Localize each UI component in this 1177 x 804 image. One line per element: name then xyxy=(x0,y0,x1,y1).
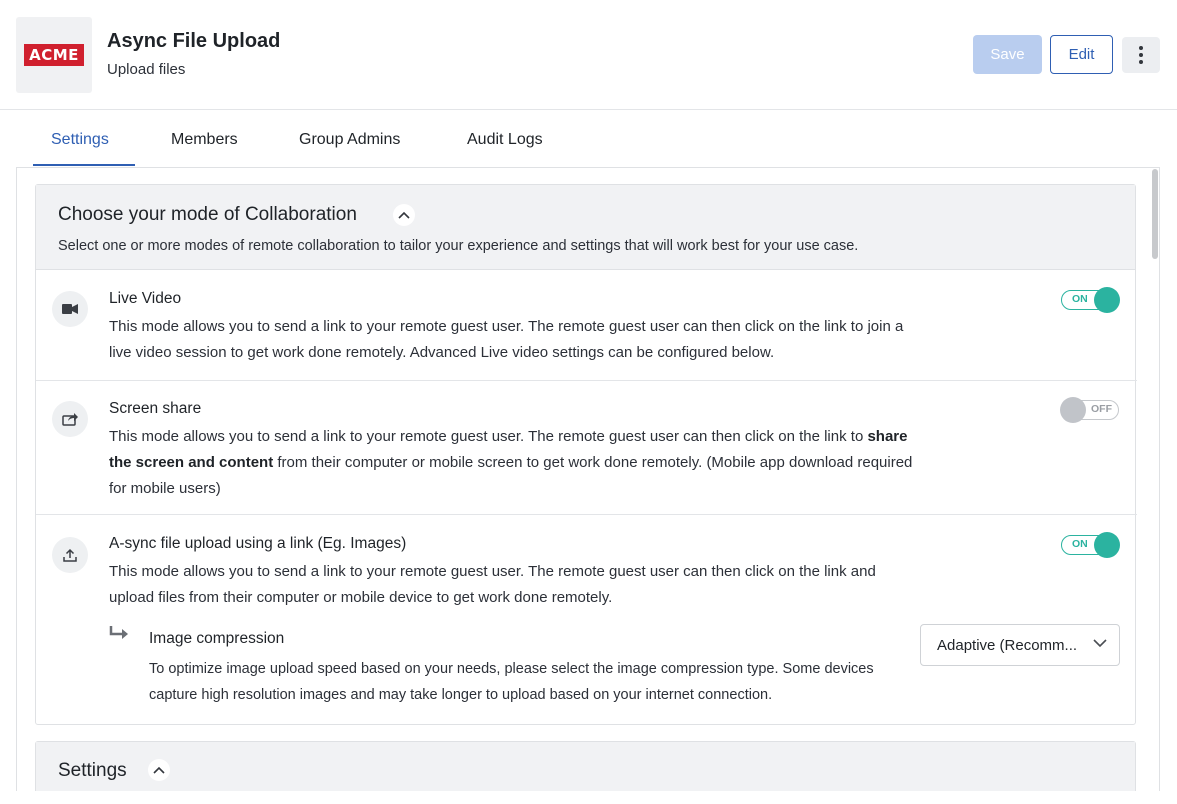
settings-section-title: Settings xyxy=(58,760,127,781)
acme-logo: ACME xyxy=(24,44,84,66)
collaboration-section-header: Choose your mode of Collaboration Select… xyxy=(36,185,1135,270)
image-compression-value: Adaptive (Recomm... xyxy=(937,637,1078,654)
screen-share-toggle[interactable]: OFF xyxy=(1060,395,1120,425)
live-video-title: Live Video xyxy=(109,290,182,307)
settings-section-header: Settings xyxy=(36,742,1135,791)
vertical-scrollbar[interactable] xyxy=(1152,167,1158,789)
more-options-button[interactable] xyxy=(1122,37,1160,73)
image-compression-description: To optimize image upload speed based on … xyxy=(149,661,874,703)
active-tab-indicator xyxy=(33,164,135,166)
live-video-toggle[interactable]: ON xyxy=(1060,285,1120,315)
screen-share-description: This mode allows you to send a link to y… xyxy=(109,428,913,497)
chevron-up-icon xyxy=(153,766,165,774)
live-video-description: This mode allows you to send a link to y… xyxy=(109,318,904,361)
async-upload-title: A-sync file upload using a link (Eg. Ima… xyxy=(109,535,407,552)
divider xyxy=(36,514,1137,515)
scrollbar-thumb[interactable] xyxy=(1152,169,1158,259)
tab-settings[interactable]: Settings xyxy=(51,131,109,149)
sub-setting-arrow-icon xyxy=(109,626,128,639)
screen-share-title: Screen share xyxy=(109,400,202,417)
image-compression-select[interactable]: Adaptive (Recomm... xyxy=(920,624,1120,666)
video-camera-icon xyxy=(52,291,88,327)
tab-audit-logs[interactable]: Audit Logs xyxy=(467,131,543,149)
settings-section: Settings xyxy=(35,741,1136,791)
collaboration-title: Choose your mode of Collaboration xyxy=(58,204,357,225)
tab-bar: Settings Members Group Admins Audit Logs xyxy=(0,110,1177,167)
kebab-menu-icon xyxy=(1139,46,1143,50)
edit-button[interactable]: Edit xyxy=(1050,35,1113,74)
settings-content: Choose your mode of Collaboration Select… xyxy=(16,167,1160,791)
chevron-up-icon xyxy=(398,211,410,219)
save-button[interactable]: Save xyxy=(973,35,1042,74)
page-header: ACME Async File Upload Upload files Save… xyxy=(0,0,1177,110)
tab-members[interactable]: Members xyxy=(171,131,238,149)
logo-container: ACME xyxy=(16,17,92,93)
collapse-collaboration-button[interactable] xyxy=(393,204,415,226)
upload-icon xyxy=(52,537,88,573)
divider xyxy=(36,380,1137,381)
page-title: Async File Upload xyxy=(107,30,281,52)
share-screen-icon xyxy=(52,401,88,437)
collaboration-section: Choose your mode of Collaboration Select… xyxy=(35,184,1137,725)
async-upload-description: This mode allows you to send a link to y… xyxy=(109,563,876,606)
page-subtitle: Upload files xyxy=(107,61,186,78)
collaboration-description: Select one or more modes of remote colla… xyxy=(58,238,859,254)
chevron-down-icon xyxy=(1093,639,1107,648)
tab-group-admins[interactable]: Group Admins xyxy=(299,131,400,149)
async-upload-toggle[interactable]: ON xyxy=(1060,530,1120,560)
image-compression-title: Image compression xyxy=(149,630,285,647)
collapse-settings-button[interactable] xyxy=(148,759,170,781)
